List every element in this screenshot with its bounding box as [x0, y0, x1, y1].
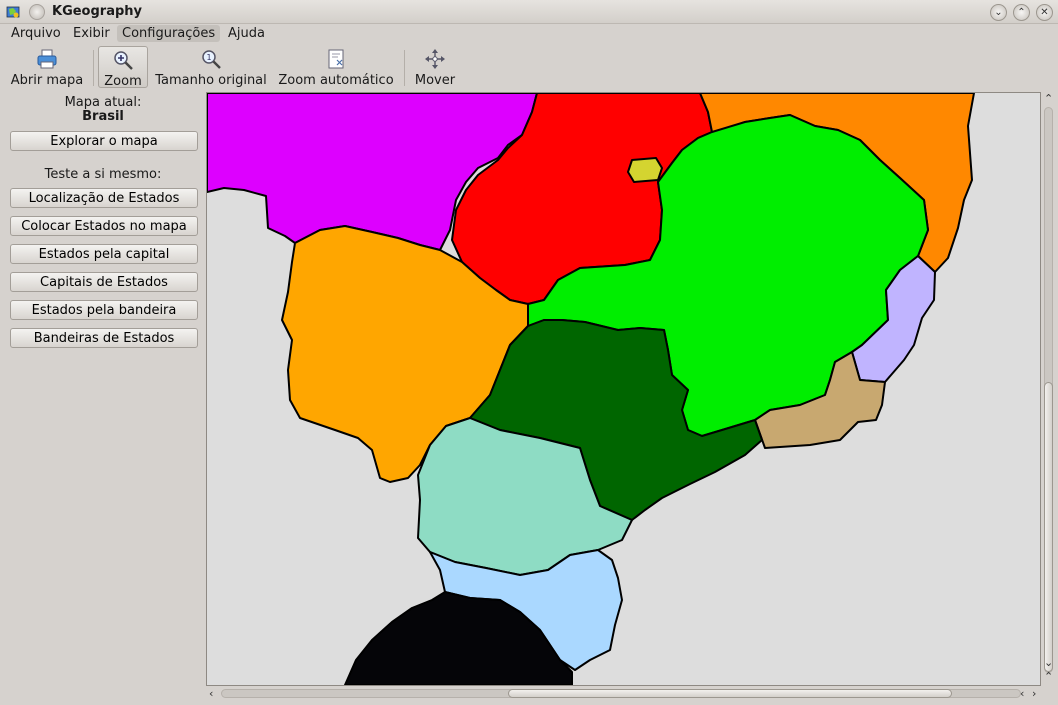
move-button[interactable]: Mover: [411, 46, 459, 88]
quiz-capitals-button[interactable]: Capitais de Estados: [10, 272, 198, 292]
quiz-locate-states-button[interactable]: Localização de Estados: [10, 188, 198, 208]
scroll-up-icon[interactable]: ⌃: [1044, 670, 1053, 683]
test-yourself-label: Teste a si mesmo:: [44, 167, 162, 182]
menu-configuracoes[interactable]: Configurações: [117, 25, 221, 42]
open-map-label: Abrir mapa: [10, 73, 84, 88]
menu-exibir[interactable]: Exibir: [68, 25, 115, 42]
minimize-button[interactable]: ⌄: [990, 4, 1007, 21]
maximize-button[interactable]: ⌃: [1013, 4, 1030, 21]
app-icon[interactable]: [6, 5, 20, 19]
scroll-down-icon[interactable]: ⌄: [1044, 656, 1053, 669]
vertical-scrollbar[interactable]: ⌃ ⌄ ⌃: [1041, 92, 1058, 686]
zoom-label: Zoom: [104, 74, 142, 89]
scroll-left-icon[interactable]: ‹: [1020, 687, 1024, 700]
auto-zoom-button[interactable]: Zoom automático: [276, 46, 396, 88]
close-icon: ✕: [1040, 7, 1049, 18]
sidebar: Mapa atual: Brasil Explorar o mapa Teste…: [0, 92, 206, 702]
yellow-region[interactable]: [627, 157, 663, 183]
quiz-states-by-flag-button[interactable]: Estados pela bandeira: [10, 300, 198, 320]
menu-bar: Arquivo Exibir Configurações Ajuda: [0, 24, 1058, 43]
chevron-down-icon: ⌄: [994, 7, 1003, 18]
close-button[interactable]: ✕: [1036, 4, 1053, 21]
zoom-button[interactable]: Zoom: [98, 46, 148, 89]
scroll-left-icon[interactable]: ‹: [209, 687, 213, 700]
window-menu-button[interactable]: [29, 4, 45, 20]
quiz-place-states-button[interactable]: Colocar Estados no mapa: [10, 216, 198, 236]
printer-icon: [37, 49, 57, 69]
toolbar: Abrir mapa Zoom 1 Tamanho original Zoom …: [0, 44, 1058, 90]
chevron-up-icon: ⌃: [1017, 7, 1026, 18]
map-canvas[interactable]: [207, 93, 1040, 685]
window-title: KGeography: [52, 4, 143, 19]
toolbar-separator: [404, 50, 405, 86]
scroll-up-icon[interactable]: ⌃: [1044, 92, 1053, 105]
zoom-fit-icon: [328, 49, 344, 69]
svg-text:1: 1: [206, 53, 211, 62]
horizontal-scroll-thumb[interactable]: [508, 689, 952, 698]
move-label: Mover: [414, 73, 456, 88]
current-map-name: Brasil: [82, 109, 124, 124]
current-map-label: Mapa atual:: [64, 95, 142, 110]
horizontal-scrollbar[interactable]: ‹ ‹ ›: [206, 686, 1058, 703]
map-view[interactable]: [206, 92, 1041, 686]
original-size-button[interactable]: 1 Tamanho original: [154, 46, 268, 88]
zoom-in-icon: [114, 51, 133, 70]
move-icon: [425, 49, 445, 69]
explore-map-button[interactable]: Explorar o mapa: [10, 131, 198, 151]
title-bar: KGeography ⌄ ⌃ ✕: [0, 0, 1058, 24]
open-map-button[interactable]: Abrir mapa: [8, 46, 86, 88]
toolbar-separator: [93, 50, 94, 86]
auto-zoom-label: Zoom automático: [278, 73, 394, 88]
menu-ajuda[interactable]: Ajuda: [223, 25, 270, 42]
original-size-label: Tamanho original: [155, 73, 267, 88]
quiz-flags-button[interactable]: Bandeiras de Estados: [10, 328, 198, 348]
quiz-states-by-capital-button[interactable]: Estados pela capital: [10, 244, 198, 264]
vertical-scroll-thumb[interactable]: [1044, 382, 1053, 672]
menu-arquivo[interactable]: Arquivo: [6, 25, 66, 42]
scroll-right-icon[interactable]: ›: [1032, 687, 1036, 700]
zoom-original-icon: 1: [202, 50, 221, 69]
